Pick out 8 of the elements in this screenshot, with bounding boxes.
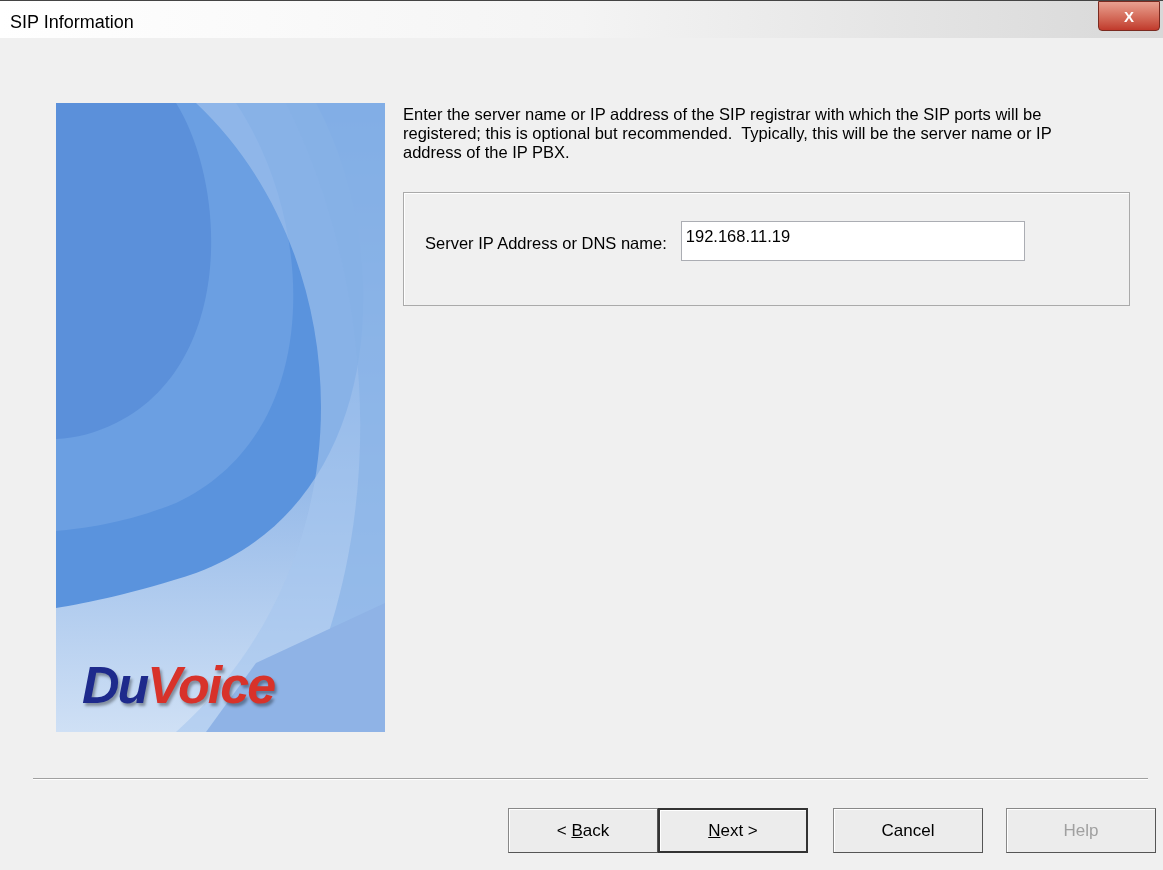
logo: DuVoice	[82, 659, 275, 711]
server-address-field[interactable]: 192.168.11.19	[680, 221, 1025, 261]
field-label: Server IP Address or DNS name:	[425, 232, 667, 254]
window-title: SIP Information	[10, 11, 134, 34]
instructions-text: Enter the server name or IP address of the SIP registrar with which the SIP ports will be registered; this is optional but recommended. Typically, this will be the server name or IP address of the IP PBX.	[403, 105, 1053, 162]
wizard-button[interactable]: < Back	[508, 808, 658, 853]
wizard-button[interactable]: Cancel	[833, 808, 983, 853]
wizard-button[interactable]: Next >	[658, 808, 808, 853]
